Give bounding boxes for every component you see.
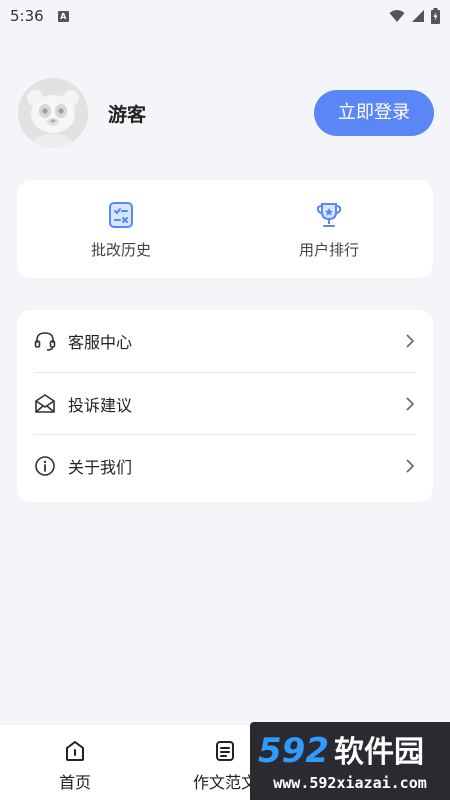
quick-action-ranking[interactable]: 用户排行 bbox=[225, 180, 433, 278]
profile-section: 游客 立即登录 bbox=[18, 78, 434, 148]
watermark-logo: 592 软件园 bbox=[258, 731, 424, 770]
login-button[interactable]: 立即登录 bbox=[314, 90, 434, 136]
username: 游客 bbox=[108, 104, 147, 126]
trophy-icon bbox=[316, 203, 342, 227]
menu-item-label: 关于我们 bbox=[68, 457, 133, 477]
document-icon bbox=[216, 741, 234, 761]
menu-item-feedback[interactable]: 投诉建议 bbox=[34, 372, 416, 434]
watermark-url: www.592xiazai.com bbox=[273, 774, 427, 792]
status-right bbox=[389, 8, 440, 24]
quick-action-history[interactable]: 批改历史 bbox=[17, 180, 225, 278]
svg-text:592: 592 bbox=[258, 731, 329, 770]
nav-label: 作文范文 bbox=[192, 773, 257, 792]
status-left: 5:36 A bbox=[10, 7, 69, 25]
quick-actions-card: 批改历史 用户排行 bbox=[17, 180, 433, 278]
home-icon bbox=[66, 741, 84, 761]
wifi-icon bbox=[389, 10, 405, 22]
chevron-right-icon bbox=[406, 396, 415, 411]
menu-item-label: 投诉建议 bbox=[68, 395, 133, 415]
quick-action-label: 批改历史 bbox=[90, 241, 151, 259]
quick-action-label: 用户排行 bbox=[298, 241, 359, 259]
watermark: 592 软件园 www.592xiazai.com bbox=[250, 722, 450, 800]
notification-badge-icon: A bbox=[57, 10, 69, 22]
menu-item-label: 客服中心 bbox=[68, 333, 133, 352]
nav-item-home[interactable]: 首页 bbox=[0, 725, 150, 801]
avatar[interactable] bbox=[18, 78, 88, 148]
headset-icon bbox=[34, 332, 56, 351]
nav-label: 首页 bbox=[58, 773, 91, 792]
menu-item-about[interactable]: 关于我们 bbox=[34, 434, 416, 496]
menu-item-customer-service[interactable]: 客服中心 bbox=[34, 310, 416, 372]
bear-avatar-icon bbox=[18, 78, 88, 148]
svg-text:软件园: 软件园 bbox=[334, 735, 424, 770]
envelope-icon bbox=[35, 393, 55, 413]
signal-icon bbox=[412, 10, 424, 22]
status-time: 5:36 bbox=[10, 7, 44, 25]
battery-icon bbox=[431, 8, 440, 24]
checklist-icon bbox=[109, 202, 133, 228]
chevron-right-icon bbox=[406, 458, 415, 473]
menu-card: 客服中心 投诉建议 关于我们 bbox=[17, 310, 433, 502]
chevron-right-icon bbox=[406, 334, 415, 348]
status-bar: 5:36 A bbox=[0, 0, 450, 32]
info-icon bbox=[35, 455, 55, 476]
